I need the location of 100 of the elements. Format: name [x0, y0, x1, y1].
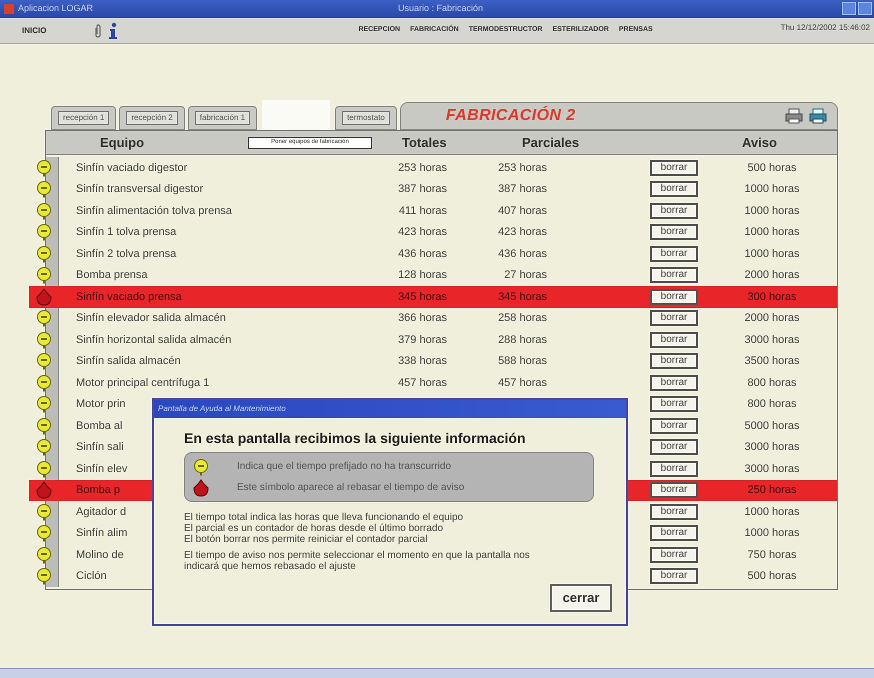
- equipment-name: Bomba prensa: [76, 269, 148, 281]
- equipment-name: Bomba al: [76, 420, 122, 432]
- partial-hours: 27 horas: [504, 269, 547, 281]
- total-hours: 366 horas: [398, 312, 447, 324]
- warning-hours: 2000 horas: [744, 269, 800, 281]
- reset-button[interactable]: borrar: [650, 504, 698, 520]
- reset-button[interactable]: borrar: [650, 546, 698, 563]
- help-text: El tiempo total indica las horas que lleva funcionando el equipo: [184, 512, 464, 523]
- total-hours: 379 horas: [398, 334, 447, 346]
- reset-button[interactable]: borrar: [650, 374, 698, 391]
- close-button[interactable]: cerrar: [550, 584, 612, 612]
- equipment-name: Agitador d: [76, 506, 126, 518]
- equipment-name: Bomba p: [76, 484, 120, 496]
- reset-button[interactable]: borrar: [650, 332, 698, 348]
- warning-hours: 800 horas: [748, 376, 796, 388]
- reset-button[interactable]: borrar: [650, 310, 698, 326]
- warning-hours: 1000 horas: [744, 183, 800, 195]
- dialog-heading: En esta pantalla recibimos la siguiente información: [184, 429, 527, 448]
- reset-button[interactable]: borrar: [650, 353, 698, 370]
- equipment-name: Sinfín sali: [76, 441, 124, 453]
- column-header: Totales: [402, 134, 448, 152]
- warning-hours: 500 horas: [748, 162, 796, 174]
- tab[interactable]: fabricación 1: [188, 106, 258, 130]
- total-hours: 457 horas: [398, 376, 447, 388]
- horizontal-scrollbar[interactable]: [0, 668, 874, 678]
- reset-button[interactable]: borrar: [650, 181, 698, 198]
- equipment-name: Sinfín vaciado digestor: [76, 162, 188, 174]
- warning-hours: 250 horas: [748, 484, 796, 496]
- reset-button[interactable]: borrar: [650, 460, 698, 477]
- reset-button[interactable]: borrar: [650, 246, 698, 262]
- info-icon[interactable]: [108, 22, 118, 40]
- partial-hours: 345 horas: [498, 290, 547, 302]
- reset-button[interactable]: borrar: [650, 160, 698, 176]
- total-hours: 411 horas: [398, 204, 447, 216]
- partial-hours: 253 horas: [498, 162, 547, 174]
- equipment-name: Sinfín elev: [76, 462, 128, 474]
- warning-hours: 3000 horas: [744, 334, 800, 346]
- help-text: El botón borrar nos permite reiniciar el contador parcial: [184, 534, 428, 545]
- equipment-name: Sinfín 1 tolva prensa: [76, 226, 176, 238]
- panel-title: FABRICACIÓN 2: [446, 104, 576, 126]
- tab[interactable]: recepción 2: [119, 106, 185, 130]
- paperclip-icon[interactable]: [94, 24, 102, 38]
- reset-button[interactable]: borrar: [650, 482, 698, 498]
- reset-button[interactable]: borrar: [650, 202, 698, 219]
- print-preview-icon[interactable]: [809, 108, 827, 124]
- reset-button[interactable]: borrar: [650, 224, 698, 240]
- column-header: Parciales: [522, 134, 580, 152]
- tab[interactable]: recepción 1: [51, 106, 116, 130]
- column-header: Aviso: [742, 134, 777, 152]
- total-hours: 253 horas: [398, 162, 447, 174]
- total-hours: 436 horas: [398, 248, 447, 260]
- warning-hours: 2000 horas: [744, 312, 800, 324]
- window-title: Aplicacion LOGAR: [18, 2, 94, 16]
- legend-text: Este símbolo aparece al rebasar el tiempo de aviso: [237, 481, 464, 495]
- warning-hours: 1000 horas: [744, 226, 800, 238]
- equipment-name: Sinfín salida almacén: [76, 355, 181, 367]
- partial-hours: 258 horas: [498, 312, 547, 324]
- column-header: Equipo: [100, 134, 146, 152]
- help-text: El tiempo de aviso nos permite seleccionar el momento en que la pantalla nos indicará que hemos rebasado el ajuste: [184, 550, 531, 572]
- legend-text: Indica que el tiempo prefijado no ha transcurrido: [237, 460, 452, 474]
- reset-button[interactable]: borrar: [650, 568, 698, 584]
- total-hours: 423 horas: [398, 226, 447, 238]
- reset-button[interactable]: borrar: [650, 267, 698, 284]
- total-hours: 128 horas: [398, 269, 447, 281]
- date-time: Thu 12/12/2002 15:46:02: [780, 22, 870, 34]
- partial-hours: 407 horas: [498, 204, 547, 216]
- equipment-name: Motor principal centrífuga 1: [76, 376, 210, 388]
- reset-button[interactable]: borrar: [650, 288, 698, 305]
- equipment-name: Molino de: [76, 548, 124, 560]
- dialog-title: Pantalla de Ayuda al Mantenimiento: [158, 403, 286, 415]
- warning-hours: 800 horas: [748, 398, 796, 410]
- partial-hours: 457 horas: [498, 376, 547, 388]
- reset-button[interactable]: borrar: [650, 439, 698, 456]
- reset-button[interactable]: borrar: [650, 525, 698, 542]
- reset-button[interactable]: borrar: [650, 396, 698, 412]
- warning-hours: 1000 horas: [744, 527, 800, 539]
- warning-hours: 750 horas: [748, 548, 796, 560]
- warning-hours: 300 horas: [748, 290, 796, 302]
- warning-hours: 500 horas: [748, 570, 796, 582]
- warning-hours: 3000 horas: [744, 462, 800, 474]
- warning-hours: 1000 horas: [744, 204, 800, 216]
- tab[interactable]: termostato: [335, 106, 397, 130]
- partial-hours: 588 horas: [498, 355, 547, 367]
- reset-button[interactable]: borrar: [650, 418, 698, 434]
- equipment-name: Sinfín horizontal salida almacén: [76, 334, 232, 346]
- user-label: Usuario : Fabricación: [398, 2, 484, 16]
- partial-hours: 436 horas: [498, 248, 547, 260]
- home-link[interactable]: INICIO: [22, 24, 46, 36]
- warning-hours: 5000 horas: [744, 420, 800, 432]
- status-ok-icon: [193, 458, 209, 476]
- printer-icon[interactable]: [785, 108, 803, 124]
- partial-hours: 288 horas: [498, 334, 547, 346]
- equipment-name: Sinfín transversal digestor: [76, 183, 204, 195]
- help-text: El parcial es un contador de horas desde el último borrado: [184, 523, 444, 534]
- total-hours: 387 horas: [398, 183, 447, 195]
- equipment-name: Motor prin: [76, 398, 126, 410]
- total-hours: 338 horas: [398, 355, 447, 367]
- alarm-icon: [193, 478, 209, 496]
- equipment-name: Ciclón: [76, 570, 107, 582]
- total-hours: 345 horas: [398, 290, 447, 302]
